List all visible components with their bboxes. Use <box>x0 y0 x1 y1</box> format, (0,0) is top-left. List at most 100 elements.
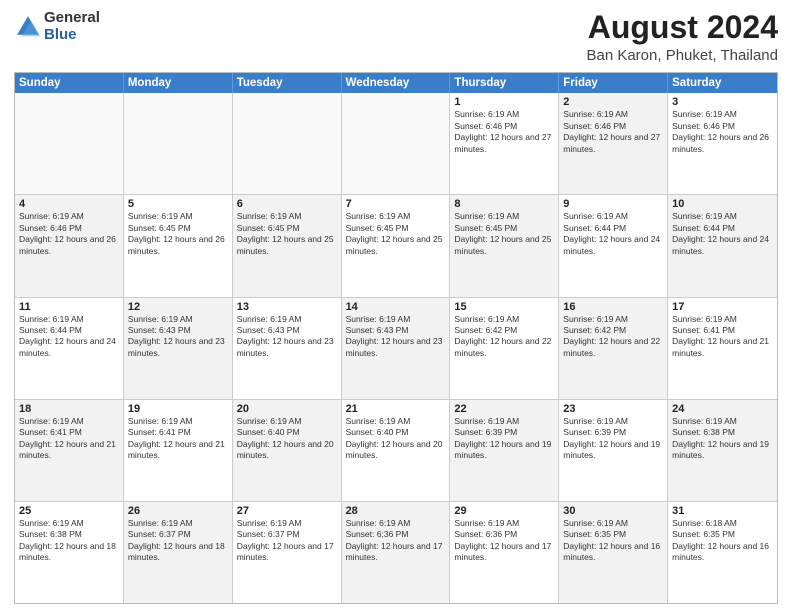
calendar-cell-1-5: 9Sunrise: 6:19 AM Sunset: 6:44 PM Daylig… <box>559 195 668 296</box>
calendar-header: Sunday Monday Tuesday Wednesday Thursday… <box>15 73 777 93</box>
calendar-cell-4-5: 30Sunrise: 6:19 AM Sunset: 6:35 PM Dayli… <box>559 502 668 603</box>
day-number: 9 <box>563 198 663 210</box>
calendar-cell-4-3: 28Sunrise: 6:19 AM Sunset: 6:36 PM Dayli… <box>342 502 451 603</box>
calendar-cell-0-2 <box>233 93 342 194</box>
day-number: 7 <box>346 198 446 210</box>
day-number: 11 <box>19 301 119 313</box>
main-title: August 2024 <box>586 10 778 45</box>
day-number: 31 <box>672 505 773 517</box>
calendar-cell-4-2: 27Sunrise: 6:19 AM Sunset: 6:37 PM Dayli… <box>233 502 342 603</box>
header-friday: Friday <box>559 73 668 93</box>
title-block: August 2024 Ban Karon, Phuket, Thailand <box>586 10 778 64</box>
day-info: Sunrise: 6:19 AM Sunset: 6:35 PM Dayligh… <box>563 518 663 564</box>
day-number: 15 <box>454 301 554 313</box>
calendar-cell-2-6: 17Sunrise: 6:19 AM Sunset: 6:41 PM Dayli… <box>668 298 777 399</box>
calendar-row-4: 25Sunrise: 6:19 AM Sunset: 6:38 PM Dayli… <box>15 502 777 603</box>
calendar-cell-1-3: 7Sunrise: 6:19 AM Sunset: 6:45 PM Daylig… <box>342 195 451 296</box>
day-number: 28 <box>346 505 446 517</box>
day-info: Sunrise: 6:19 AM Sunset: 6:37 PM Dayligh… <box>237 518 337 564</box>
day-number: 6 <box>237 198 337 210</box>
header-monday: Monday <box>124 73 233 93</box>
header: General Blue August 2024 Ban Karon, Phuk… <box>14 10 778 64</box>
day-number: 18 <box>19 403 119 415</box>
day-info: Sunrise: 6:19 AM Sunset: 6:45 PM Dayligh… <box>454 211 554 257</box>
day-number: 3 <box>672 96 773 108</box>
calendar-body: 1Sunrise: 6:19 AM Sunset: 6:46 PM Daylig… <box>15 93 777 603</box>
day-number: 2 <box>563 96 663 108</box>
calendar-cell-2-1: 12Sunrise: 6:19 AM Sunset: 6:43 PM Dayli… <box>124 298 233 399</box>
day-number: 12 <box>128 301 228 313</box>
day-info: Sunrise: 6:19 AM Sunset: 6:42 PM Dayligh… <box>563 314 663 360</box>
page: General Blue August 2024 Ban Karon, Phuk… <box>0 0 792 612</box>
day-info: Sunrise: 6:19 AM Sunset: 6:38 PM Dayligh… <box>19 518 119 564</box>
logo-general: General <box>44 9 100 26</box>
header-sunday: Sunday <box>15 73 124 93</box>
calendar-cell-1-6: 10Sunrise: 6:19 AM Sunset: 6:44 PM Dayli… <box>668 195 777 296</box>
header-tuesday: Tuesday <box>233 73 342 93</box>
calendar-cell-0-0 <box>15 93 124 194</box>
header-saturday: Saturday <box>668 73 777 93</box>
calendar-row-1: 4Sunrise: 6:19 AM Sunset: 6:46 PM Daylig… <box>15 195 777 297</box>
logo-icon <box>14 13 42 41</box>
calendar-cell-3-2: 20Sunrise: 6:19 AM Sunset: 6:40 PM Dayli… <box>233 400 342 501</box>
day-info: Sunrise: 6:19 AM Sunset: 6:42 PM Dayligh… <box>454 314 554 360</box>
calendar-cell-0-3 <box>342 93 451 194</box>
calendar-cell-3-6: 24Sunrise: 6:19 AM Sunset: 6:38 PM Dayli… <box>668 400 777 501</box>
day-number: 27 <box>237 505 337 517</box>
calendar-cell-2-2: 13Sunrise: 6:19 AM Sunset: 6:43 PM Dayli… <box>233 298 342 399</box>
calendar-cell-0-1 <box>124 93 233 194</box>
day-number: 20 <box>237 403 337 415</box>
calendar-cell-1-0: 4Sunrise: 6:19 AM Sunset: 6:46 PM Daylig… <box>15 195 124 296</box>
calendar-cell-4-0: 25Sunrise: 6:19 AM Sunset: 6:38 PM Dayli… <box>15 502 124 603</box>
day-info: Sunrise: 6:18 AM Sunset: 6:35 PM Dayligh… <box>672 518 773 564</box>
day-info: Sunrise: 6:19 AM Sunset: 6:43 PM Dayligh… <box>128 314 228 360</box>
calendar-row-3: 18Sunrise: 6:19 AM Sunset: 6:41 PM Dayli… <box>15 400 777 502</box>
day-number: 26 <box>128 505 228 517</box>
day-info: Sunrise: 6:19 AM Sunset: 6:41 PM Dayligh… <box>672 314 773 360</box>
day-info: Sunrise: 6:19 AM Sunset: 6:40 PM Dayligh… <box>346 416 446 462</box>
day-number: 17 <box>672 301 773 313</box>
logo-text: General Blue <box>44 10 100 43</box>
day-number: 4 <box>19 198 119 210</box>
calendar-cell-3-5: 23Sunrise: 6:19 AM Sunset: 6:39 PM Dayli… <box>559 400 668 501</box>
calendar-cell-3-3: 21Sunrise: 6:19 AM Sunset: 6:40 PM Dayli… <box>342 400 451 501</box>
day-number: 21 <box>346 403 446 415</box>
day-info: Sunrise: 6:19 AM Sunset: 6:44 PM Dayligh… <box>563 211 663 257</box>
calendar-cell-4-1: 26Sunrise: 6:19 AM Sunset: 6:37 PM Dayli… <box>124 502 233 603</box>
calendar-cell-0-6: 3Sunrise: 6:19 AM Sunset: 6:46 PM Daylig… <box>668 93 777 194</box>
day-number: 25 <box>19 505 119 517</box>
day-info: Sunrise: 6:19 AM Sunset: 6:37 PM Dayligh… <box>128 518 228 564</box>
day-info: Sunrise: 6:19 AM Sunset: 6:44 PM Dayligh… <box>19 314 119 360</box>
calendar-cell-1-4: 8Sunrise: 6:19 AM Sunset: 6:45 PM Daylig… <box>450 195 559 296</box>
calendar-cell-2-3: 14Sunrise: 6:19 AM Sunset: 6:43 PM Dayli… <box>342 298 451 399</box>
day-number: 23 <box>563 403 663 415</box>
calendar-cell-1-2: 6Sunrise: 6:19 AM Sunset: 6:45 PM Daylig… <box>233 195 342 296</box>
calendar-cell-2-0: 11Sunrise: 6:19 AM Sunset: 6:44 PM Dayli… <box>15 298 124 399</box>
day-info: Sunrise: 6:19 AM Sunset: 6:46 PM Dayligh… <box>454 109 554 155</box>
day-info: Sunrise: 6:19 AM Sunset: 6:39 PM Dayligh… <box>454 416 554 462</box>
day-info: Sunrise: 6:19 AM Sunset: 6:43 PM Dayligh… <box>237 314 337 360</box>
day-info: Sunrise: 6:19 AM Sunset: 6:45 PM Dayligh… <box>128 211 228 257</box>
day-info: Sunrise: 6:19 AM Sunset: 6:36 PM Dayligh… <box>454 518 554 564</box>
day-number: 8 <box>454 198 554 210</box>
calendar: Sunday Monday Tuesday Wednesday Thursday… <box>14 72 778 604</box>
day-info: Sunrise: 6:19 AM Sunset: 6:38 PM Dayligh… <box>672 416 773 462</box>
day-info: Sunrise: 6:19 AM Sunset: 6:46 PM Dayligh… <box>19 211 119 257</box>
day-info: Sunrise: 6:19 AM Sunset: 6:45 PM Dayligh… <box>237 211 337 257</box>
calendar-cell-0-5: 2Sunrise: 6:19 AM Sunset: 6:46 PM Daylig… <box>559 93 668 194</box>
day-number: 22 <box>454 403 554 415</box>
calendar-cell-0-4: 1Sunrise: 6:19 AM Sunset: 6:46 PM Daylig… <box>450 93 559 194</box>
day-number: 1 <box>454 96 554 108</box>
day-info: Sunrise: 6:19 AM Sunset: 6:45 PM Dayligh… <box>346 211 446 257</box>
day-info: Sunrise: 6:19 AM Sunset: 6:36 PM Dayligh… <box>346 518 446 564</box>
sub-title: Ban Karon, Phuket, Thailand <box>586 47 778 64</box>
header-thursday: Thursday <box>450 73 559 93</box>
day-number: 29 <box>454 505 554 517</box>
day-info: Sunrise: 6:19 AM Sunset: 6:46 PM Dayligh… <box>672 109 773 155</box>
day-info: Sunrise: 6:19 AM Sunset: 6:44 PM Dayligh… <box>672 211 773 257</box>
day-info: Sunrise: 6:19 AM Sunset: 6:43 PM Dayligh… <box>346 314 446 360</box>
day-info: Sunrise: 6:19 AM Sunset: 6:39 PM Dayligh… <box>563 416 663 462</box>
calendar-row-2: 11Sunrise: 6:19 AM Sunset: 6:44 PM Dayli… <box>15 298 777 400</box>
logo-blue: Blue <box>44 26 77 43</box>
logo: General Blue <box>14 10 100 43</box>
